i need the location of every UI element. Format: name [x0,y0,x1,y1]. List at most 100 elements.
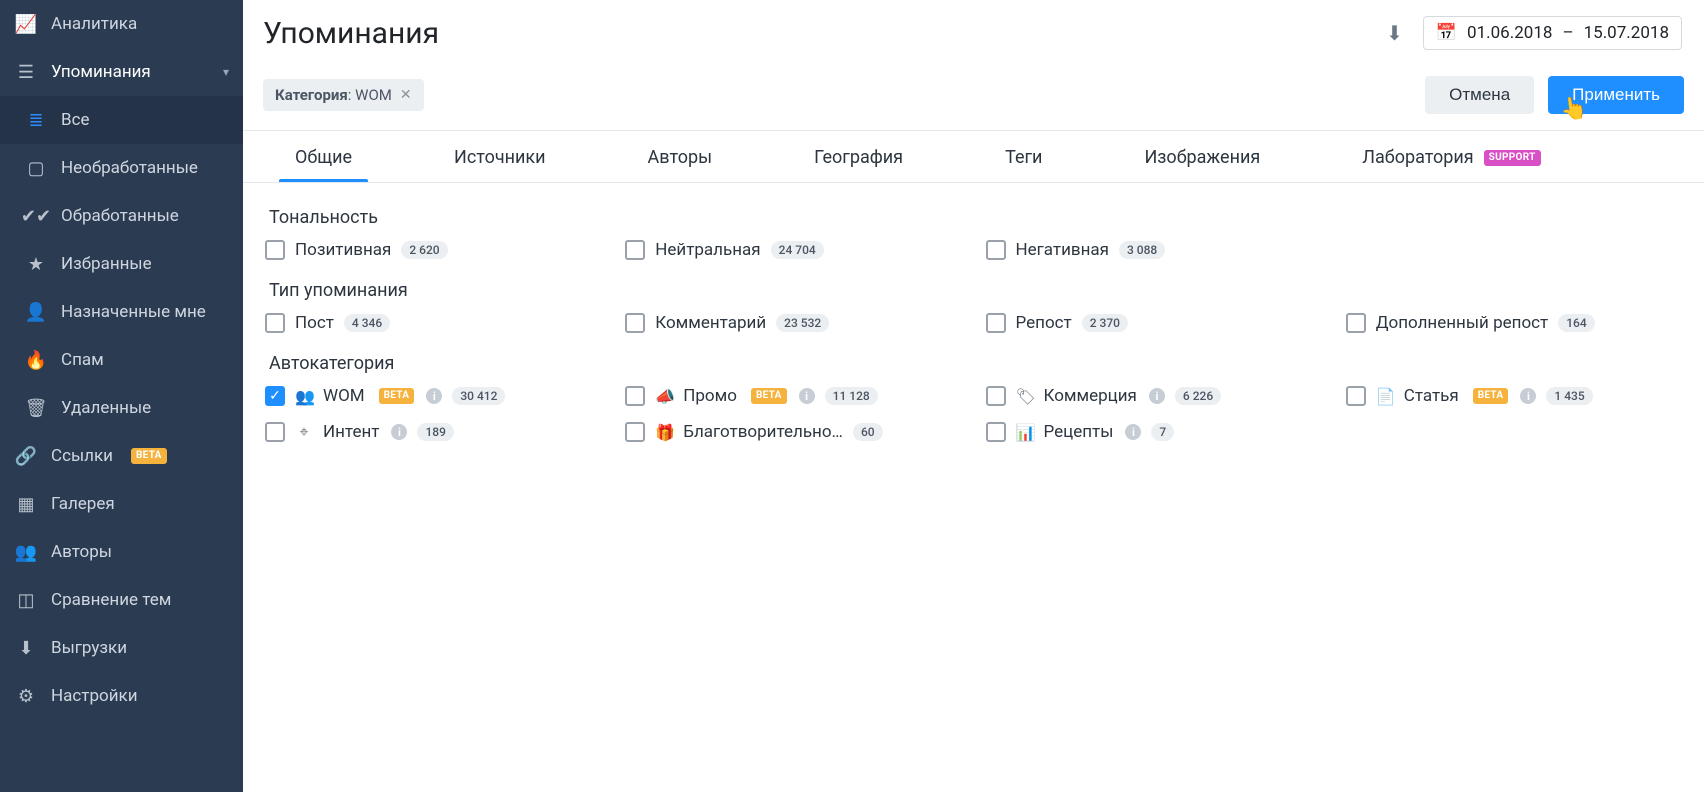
info-icon[interactable]: i [799,388,815,404]
option-promo[interactable]: 📣 Промо BETA i 11 128 [625,386,961,406]
checkbox[interactable] [1346,313,1366,333]
option-label: Рецепты [1044,422,1114,442]
checkbox[interactable] [986,422,1006,442]
checkbox[interactable] [625,240,645,260]
tab-sources[interactable]: Источники [438,131,562,182]
main: Упоминания ⬇ 📅 01.06.2018 – 15.07.2018 К… [243,0,1704,792]
info-icon[interactable]: i [1149,388,1165,404]
checkbox[interactable] [986,240,1006,260]
option-label: Интент [323,422,379,442]
info-icon[interactable]: i [391,424,407,440]
trash-icon: 🗑 [25,398,47,419]
count-badge: 3 088 [1119,241,1165,259]
tab-geography[interactable]: География [798,131,919,182]
sidebar-item-label: Необработанные [61,158,198,178]
sidebar-item-label: Избранные [61,254,152,274]
sidebar-item-label: Обработанные [61,206,179,226]
sidebar-item-compare[interactable]: ◫ Сравнение тем [0,576,243,624]
sidebar-item-analytics[interactable]: 📈 Аналитика [0,0,243,48]
topbar-right: ⬇ 📅 01.06.2018 – 15.07.2018 [1380,15,1682,51]
person-icon: 👤 [25,302,47,323]
beta-badge: BETA [1473,388,1509,404]
date-separator: – [1562,23,1573,43]
count-badge: 2 620 [401,241,447,259]
count-badge: 6 226 [1175,387,1221,405]
option-wom[interactable]: ✓ 👥 WOM BETA i 30 412 [265,386,601,406]
option-repost[interactable]: Репост 2 370 [986,313,1322,333]
sidebar-item-links[interactable]: 🔗 Ссылки BETA [0,432,243,480]
filter-chip-category[interactable]: Категория: WOM ✕ [263,79,424,111]
checkbox[interactable] [265,240,285,260]
count-badge: 60 [853,423,883,441]
option-positive[interactable]: Позитивная 2 620 [265,240,601,260]
checkbox[interactable] [265,422,285,442]
grid-icon: ▦ [15,494,37,515]
apply-button[interactable]: Применить 👆 [1548,76,1684,114]
option-negative[interactable]: Негативная 3 088 [986,240,1322,260]
double-check-icon: ✔✔ [25,206,47,227]
option-recipes[interactable]: 📊 Рецепты i 7 [986,422,1322,442]
option-post[interactable]: Пост 4 346 [265,313,601,333]
sidebar-item-exports[interactable]: ⬇ Выгрузки [0,624,243,672]
tab-label: Лаборатория [1362,147,1473,168]
sidebar-item-label: Выгрузки [51,638,127,658]
tab-laboratory[interactable]: Лаборатория SUPPORT [1346,131,1556,182]
tab-images[interactable]: Изображения [1128,131,1276,182]
close-icon[interactable]: ✕ [400,87,412,103]
checkbox[interactable] [986,386,1006,406]
sidebar-item-label: Упоминания [51,62,151,82]
tab-authors[interactable]: Авторы [632,131,729,182]
tab-tags[interactable]: Теги [989,131,1058,182]
option-charity[interactable]: 🎁 Благотворительно… 60 [625,422,961,442]
download-icon[interactable]: ⬇ [1380,15,1409,51]
sidebar-item-label: Галерея [51,494,115,514]
checkbox[interactable] [625,386,645,406]
target-icon: ⌖ [295,422,313,442]
section-title-type: Тип упоминания [269,280,1682,301]
checkbox[interactable]: ✓ [265,386,285,406]
star-icon: ★ [25,254,47,275]
compare-icon: ◫ [15,590,37,611]
sidebar-item-label: Удаленные [61,398,151,418]
sidebar-item-gallery[interactable]: ▦ Галерея [0,480,243,528]
checkbox[interactable] [625,313,645,333]
sidebar-item-authors[interactable]: 👥 Авторы [0,528,243,576]
option-comment[interactable]: Комментарий 23 532 [625,313,961,333]
checkbox[interactable] [625,422,645,442]
sidebar-item-assigned[interactable]: 👤 Назначенные мне [0,288,243,336]
info-icon[interactable]: i [426,388,442,404]
sidebar-item-favorites[interactable]: ★ Избранные [0,240,243,288]
option-article[interactable]: 📄 Статья BETA i 1 435 [1346,386,1682,406]
option-extrepost[interactable]: Дополненный репост 164 [1346,313,1682,333]
checkbox[interactable] [265,313,285,333]
sidebar-item-deleted[interactable]: 🗑 Удаленные [0,384,243,432]
sidebar-item-processed[interactable]: ✔✔ Обработанные [0,192,243,240]
date-to: 15.07.2018 [1584,23,1669,43]
sidebar-item-all[interactable]: ≣ Все [0,96,243,144]
checkbox[interactable] [986,313,1006,333]
option-label: Комментарий [655,313,766,333]
info-icon[interactable]: i [1125,424,1141,440]
analytics-icon: 📈 [15,14,37,35]
option-commerce[interactable]: 🏷 Коммерция i 6 226 [986,386,1322,406]
cancel-button[interactable]: Отмена [1425,76,1534,114]
checkbox[interactable] [1346,386,1366,406]
sidebar-item-settings[interactable]: ⚙ Настройки [0,672,243,720]
date-range-picker[interactable]: 📅 01.06.2018 – 15.07.2018 [1423,16,1682,50]
sidebar-item-unprocessed[interactable]: ▢ Необработанные [0,144,243,192]
sidebar-item-mentions[interactable]: ☰ Упоминания ▾ [0,48,243,96]
info-icon[interactable]: i [1520,388,1536,404]
gear-icon: ⚙ [15,686,37,707]
filter-tabs: Общие Источники Авторы География Теги Из… [243,131,1704,183]
tab-general[interactable]: Общие [279,131,368,182]
count-badge: 24 704 [771,241,824,259]
count-badge: 2 370 [1082,314,1128,332]
option-neutral[interactable]: Нейтральная 24 704 [625,240,961,260]
option-label: Пост [295,313,334,333]
option-label: Дополненный репост [1376,313,1548,333]
option-intent[interactable]: ⌖ Интент i 189 [265,422,601,442]
section-title-tone: Тональность [269,207,1682,228]
option-label: Репост [1016,313,1072,333]
sidebar-item-spam[interactable]: 🔥 Спам [0,336,243,384]
chip-key: Категория [275,86,348,104]
